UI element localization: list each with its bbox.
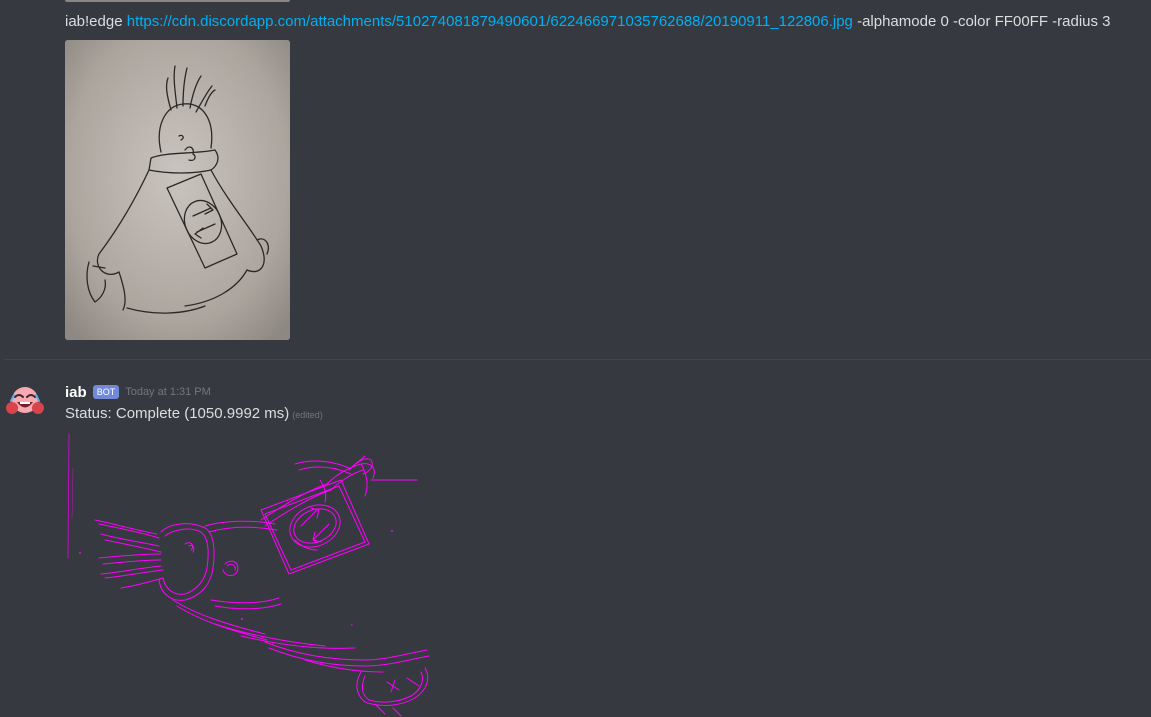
- timestamp[interactable]: Today at 1:31 PM: [125, 386, 211, 398]
- username[interactable]: iab: [65, 384, 87, 401]
- laughing-face-avatar-icon[interactable]: [5, 383, 45, 423]
- command-args: -alphamode 0 -color FF00FF -radius 3: [857, 13, 1111, 30]
- previous-image-edge[interactable]: [65, 0, 290, 2]
- input-photo-attachment[interactable]: [65, 40, 290, 340]
- chat-messages: iab!edge https://cdn.discordapp.com/atta…: [0, 0, 1151, 717]
- bot-badge: BOT: [92, 385, 120, 399]
- status-text: Status: Complete (1050.9992 ms): [65, 405, 290, 422]
- edge-drawing: [67, 433, 430, 717]
- command-message: iab!edge https://cdn.discordapp.com/atta…: [65, 12, 1111, 32]
- status-message: Status: Complete (1050.9992 ms) (edited): [65, 404, 323, 425]
- sketch-photo: [65, 40, 290, 340]
- attachment-link[interactable]: https://cdn.discordapp.com/attachments/5…: [127, 13, 853, 30]
- edge-output-image[interactable]: [65, 428, 445, 717]
- edited-label: (edited): [292, 410, 323, 420]
- command-text: iab!edge: [65, 13, 123, 30]
- message-header: iab BOT Today at 1:31 PM: [65, 382, 211, 402]
- message-divider: [4, 359, 1151, 360]
